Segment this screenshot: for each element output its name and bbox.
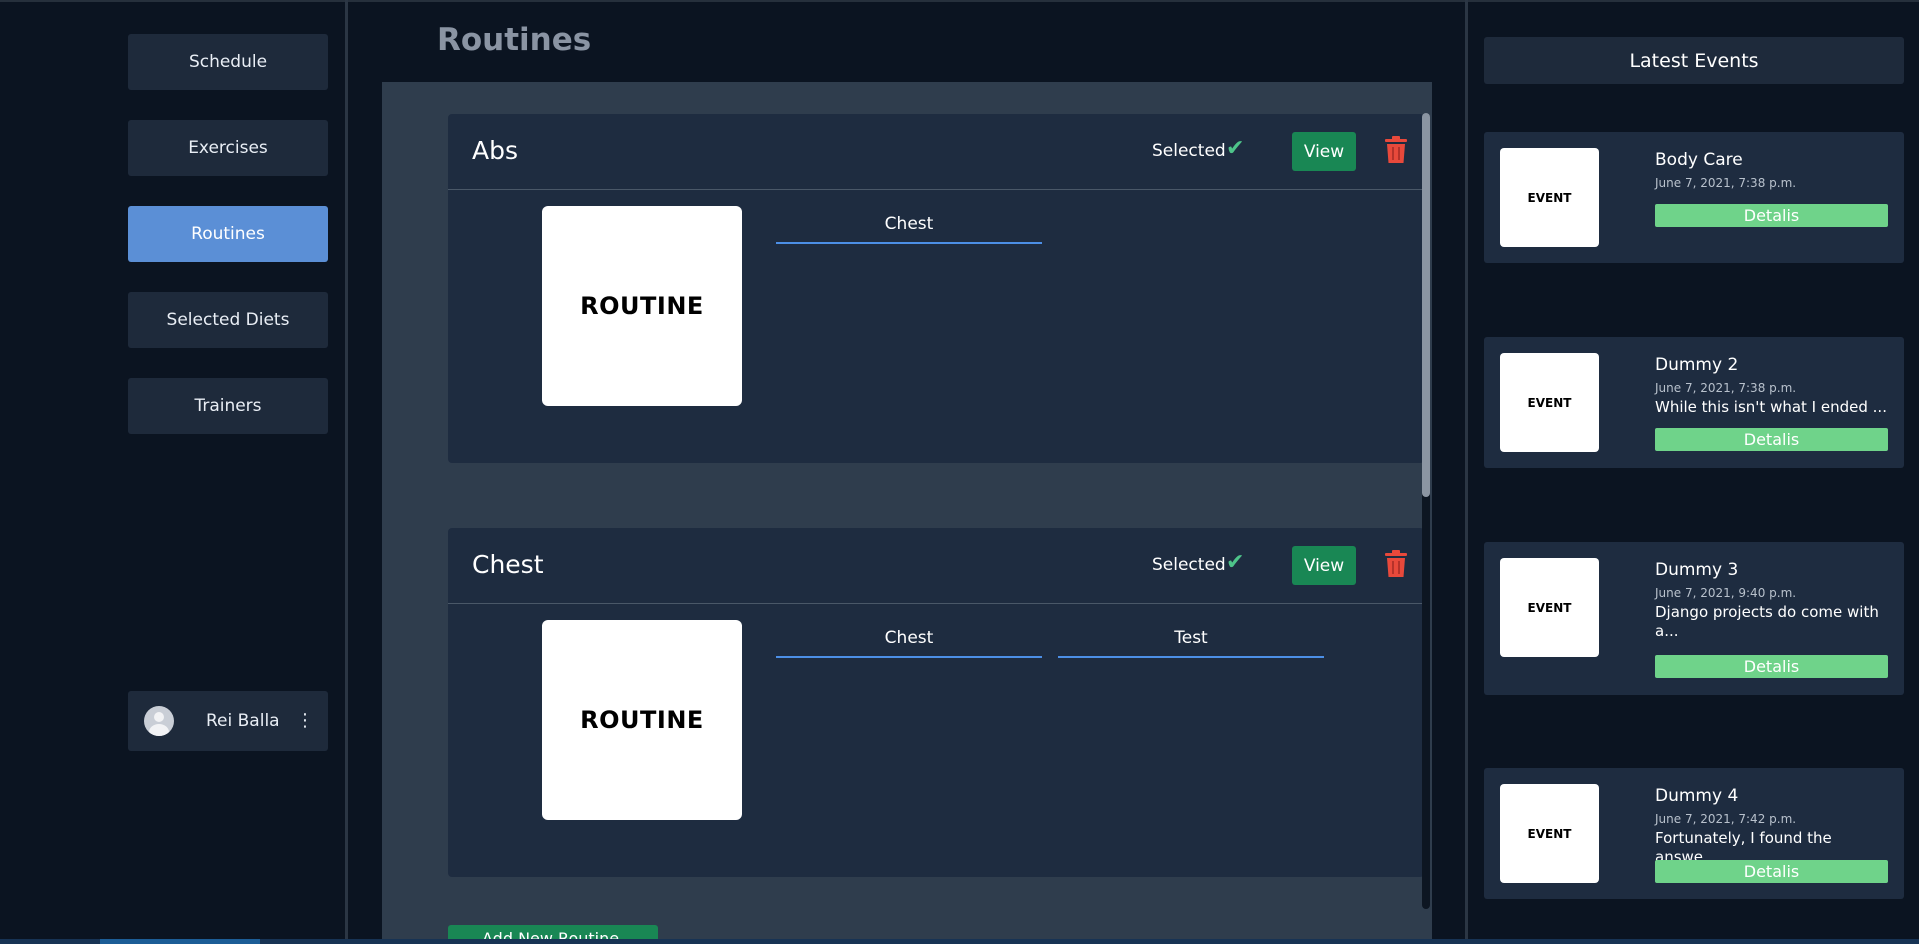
details-button[interactable]: Detalis <box>1655 204 1888 227</box>
event-date: June 7, 2021, 9:40 p.m. <box>1655 586 1797 600</box>
routine-image: ROUTINE <box>542 206 742 406</box>
routine-name: Abs <box>472 136 518 165</box>
exercise-tag[interactable]: Chest <box>776 206 1042 244</box>
event-image: EVENT <box>1500 148 1599 247</box>
events-sidebar: Latest Events EVENT Body Care June 7, 20… <box>1468 0 1919 939</box>
user-name: Rei Balla <box>206 711 280 731</box>
user-avatar-icon <box>144 706 174 736</box>
routine-card-header: Abs Selected ✔ View <box>448 114 1424 190</box>
check-icon: ✔ <box>1226 550 1245 575</box>
event-description: While this isn't what I ended ... <box>1655 398 1887 416</box>
details-button[interactable]: Detalis <box>1655 428 1888 451</box>
routine-card-header: Chest Selected ✔ View <box>448 528 1424 604</box>
kebab-menu-icon[interactable]: ⋮ <box>296 712 314 730</box>
bottom-bar <box>0 939 1919 944</box>
selected-label: Selected <box>1152 555 1226 575</box>
event-image-text: EVENT <box>1527 395 1572 410</box>
event-date: June 7, 2021, 7:38 p.m. <box>1655 176 1797 190</box>
routine-image-text: ROUTINE <box>580 292 704 320</box>
exercise-tag[interactable]: Chest <box>776 620 1042 658</box>
routines-panel[interactable]: Abs Selected ✔ View ROUTINE Chest Chest … <box>382 82 1432 939</box>
event-title: Body Care <box>1655 150 1743 170</box>
event-title: Dummy 3 <box>1655 560 1739 580</box>
view-button[interactable]: View <box>1292 132 1356 171</box>
event-image: EVENT <box>1500 784 1599 883</box>
page-title: Routines <box>437 22 592 58</box>
routine-card: Chest Selected ✔ View ROUTINE Chest Test <box>448 528 1424 877</box>
nav-trainers[interactable]: Trainers <box>128 378 328 434</box>
event-description: Django projects do come with a... <box>1655 603 1879 640</box>
event-card: EVENT Body Care June 7, 2021, 7:38 p.m. … <box>1484 132 1904 263</box>
add-routine-button[interactable]: Add New Routine <box>448 925 658 939</box>
event-card: EVENT Dummy 4 June 7, 2021, 7:42 p.m. Fo… <box>1484 768 1904 899</box>
routine-name: Chest <box>472 550 544 579</box>
view-button[interactable]: View <box>1292 546 1356 585</box>
main-content: Routines Abs Selected ✔ View ROUTINE Che… <box>348 0 1466 939</box>
nav-routines[interactable]: Routines <box>128 206 328 262</box>
details-button[interactable]: Detalis <box>1655 860 1888 883</box>
trash-icon[interactable] <box>1384 550 1408 578</box>
bottom-bar-highlight <box>100 939 260 944</box>
event-card: EVENT Dummy 3 June 7, 2021, 9:40 p.m. Dj… <box>1484 542 1904 695</box>
event-image-text: EVENT <box>1527 190 1572 205</box>
details-button[interactable]: Detalis <box>1655 655 1888 678</box>
check-icon: ✔ <box>1226 136 1245 161</box>
event-image-text: EVENT <box>1527 826 1572 841</box>
user-profile-box[interactable]: Rei Balla ⋮ <box>128 691 328 751</box>
left-sidebar: Schedule Exercises Routines Selected Die… <box>0 0 345 939</box>
routine-image: ROUTINE <box>542 620 742 820</box>
nav-schedule[interactable]: Schedule <box>128 34 328 90</box>
event-title: Dummy 4 <box>1655 786 1739 806</box>
event-title: Dummy 2 <box>1655 355 1739 375</box>
event-card: EVENT Dummy 2 June 7, 2021, 7:38 p.m. Wh… <box>1484 337 1904 468</box>
routine-image-text: ROUTINE <box>580 706 704 734</box>
exercise-tag[interactable]: Test <box>1058 620 1324 658</box>
event-image-text: EVENT <box>1527 600 1572 615</box>
latest-events-header: Latest Events <box>1484 37 1904 84</box>
routine-card: Abs Selected ✔ View ROUTINE Chest <box>448 114 1424 463</box>
event-date: June 7, 2021, 7:38 p.m. <box>1655 381 1797 395</box>
nav-exercises[interactable]: Exercises <box>128 120 328 176</box>
scrollbar-thumb[interactable] <box>1422 113 1430 497</box>
nav-selected-diets[interactable]: Selected Diets <box>128 292 328 348</box>
event-image: EVENT <box>1500 353 1599 452</box>
event-image: EVENT <box>1500 558 1599 657</box>
trash-icon[interactable] <box>1384 136 1408 164</box>
event-date: June 7, 2021, 7:42 p.m. <box>1655 812 1797 826</box>
selected-label: Selected <box>1152 141 1226 161</box>
